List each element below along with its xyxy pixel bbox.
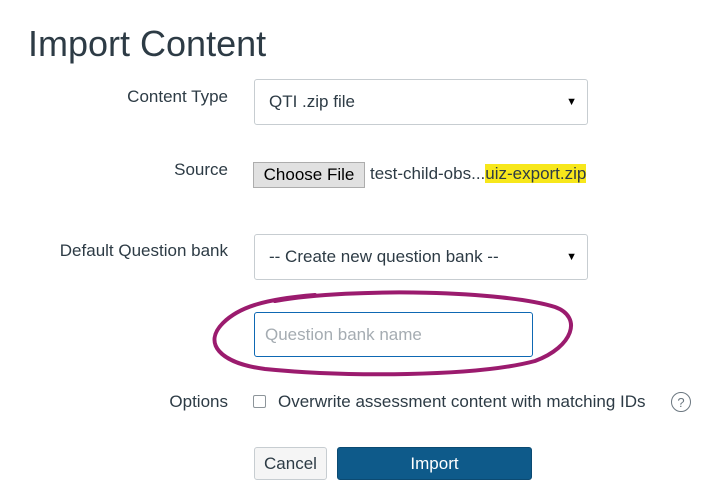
question-bank-name-input[interactable] (254, 312, 533, 357)
content-type-selected-value: QTI .zip file (269, 92, 355, 111)
cancel-button[interactable]: Cancel (254, 447, 327, 480)
content-type-label: Content Type (127, 87, 228, 106)
question-bank-select[interactable]: -- Create new question bank -- ▼ (254, 234, 588, 280)
choose-file-button[interactable]: Choose File (253, 162, 365, 188)
import-button[interactable]: Import (337, 447, 532, 480)
chevron-down-icon: ▼ (566, 96, 577, 108)
file-name-prefix: test-child-obs... (370, 164, 486, 183)
help-icon[interactable]: ? (671, 392, 691, 412)
overwrite-checkbox-label: Overwrite assessment content with matchi… (278, 392, 646, 411)
page-title: Import Content (28, 23, 267, 64)
selected-file-name: test-child-obs...uiz-export.zip (370, 164, 587, 184)
file-name-highlighted: uiz-export.zip (485, 164, 587, 183)
question-bank-selected-value: -- Create new question bank -- (269, 247, 499, 266)
overwrite-checkbox[interactable] (253, 395, 266, 408)
chevron-down-icon: ▼ (566, 251, 577, 263)
source-label: Source (174, 160, 228, 179)
default-question-bank-label: Default Question bank (59, 241, 228, 260)
options-label: Options (169, 392, 228, 411)
content-type-select[interactable]: QTI .zip file ▼ (254, 79, 588, 125)
